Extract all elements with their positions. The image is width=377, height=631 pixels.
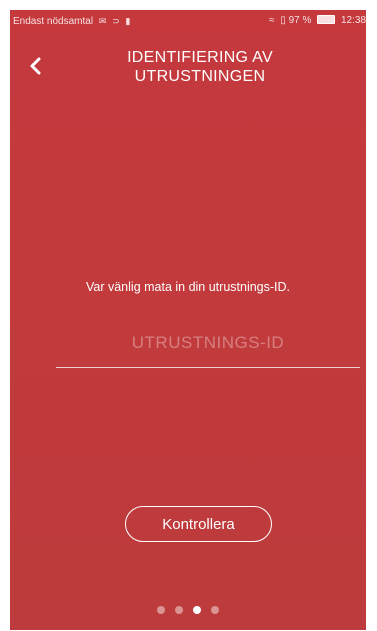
- battery-icon: [317, 15, 336, 24]
- status-left: Endast nödsamtal ✉ ⊃ ▮: [13, 10, 130, 33]
- carrier-text: Endast nödsamtal: [13, 16, 94, 27]
- sim-icon: ▯: [280, 15, 286, 26]
- cast-icon: ⊃: [112, 16, 120, 26]
- equipment-id-field: [56, 323, 360, 368]
- page-indicator: [10, 606, 366, 616]
- page-dot: [157, 606, 165, 614]
- app-screen: Endast nödsamtal ✉ ⊃ ▮ ≈ ▯ 97 % 12:38 ID…: [10, 10, 366, 630]
- status-bar: Endast nödsamtal ✉ ⊃ ▮ ≈ ▯ 97 % 12:38: [10, 10, 366, 32]
- page-title: IDENTIFIERING AV UTRUSTNINGEN: [80, 48, 320, 86]
- notification-icon: ▮: [125, 16, 131, 26]
- page-dot: [175, 606, 183, 614]
- header: IDENTIFIERING AV UTRUSTNINGEN: [10, 32, 366, 92]
- page-dot: [211, 606, 219, 614]
- page-title-line-2: UTRUSTNINGEN: [134, 68, 266, 85]
- equipment-id-input[interactable]: [56, 323, 360, 363]
- message-icon: ✉: [98, 16, 107, 26]
- check-button[interactable]: Kontrollera: [125, 506, 272, 542]
- chevron-left-icon: [30, 57, 41, 75]
- page-title-line-1: IDENTIFIERING AV: [127, 49, 273, 66]
- instruction-text: Var vänlig mata in din utrustnings-ID.: [85, 280, 291, 294]
- clock: 12:38: [340, 15, 366, 26]
- wifi-icon: ≈: [269, 15, 275, 26]
- back-button[interactable]: [24, 54, 48, 78]
- page-dot: [193, 606, 201, 614]
- battery-percent: 97 %: [288, 15, 312, 26]
- status-right: ≈ ▯ 97 % 12:38: [269, 10, 366, 32]
